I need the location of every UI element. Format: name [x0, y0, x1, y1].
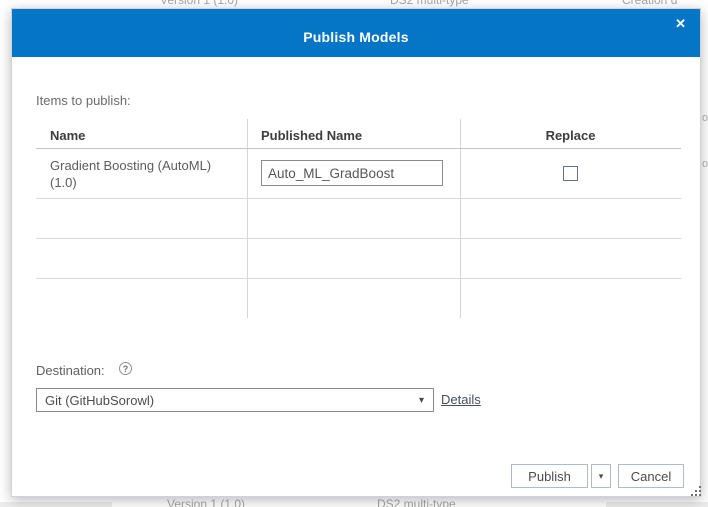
publish-models-dialog: Publish Models ✕ Items to publish: Name …: [11, 8, 701, 497]
bg-strip-left: [0, 502, 112, 507]
cancel-button[interactable]: Cancel: [618, 464, 684, 488]
column-header-published-name: Published Name: [261, 128, 362, 143]
row-divider: [36, 238, 681, 239]
header-divider: [36, 148, 681, 149]
bg-text-ds2-bottom: DS2 multi-type: [377, 498, 456, 507]
replace-checkbox[interactable]: [563, 166, 578, 181]
help-icon[interactable]: ?: [119, 362, 132, 375]
items-to-publish-label: Items to publish:: [36, 93, 131, 108]
row-divider: [36, 278, 681, 279]
bg-text-version-bottom: Version 1 (1.0): [167, 498, 245, 507]
bg-edge-fragment-2: os: [702, 158, 708, 170]
published-name-input[interactable]: [261, 160, 443, 186]
destination-label: Destination:: [36, 363, 105, 378]
model-name-cell: Gradient Boosting (AutoML) (1.0): [50, 157, 225, 191]
column-header-name: Name: [50, 128, 85, 143]
publish-button[interactable]: Publish: [511, 464, 588, 488]
close-icon[interactable]: ✕: [671, 13, 690, 34]
bg-strip-right: [606, 502, 708, 507]
bg-text-version-top: Version 1 (1.0): [160, 0, 238, 7]
bg-text-ds2-top: DS2 multi-type: [390, 0, 469, 7]
dialog-header: Publish Models ✕: [12, 9, 700, 57]
publish-items-table: Name Published Name Replace Gradient Boo…: [36, 119, 681, 318]
chevron-down-icon: ▾: [419, 395, 433, 406]
column-header-replace: Replace: [460, 128, 681, 143]
dialog-title: Publish Models: [303, 29, 408, 45]
resize-grip[interactable]: [691, 486, 703, 498]
details-link[interactable]: Details: [441, 392, 481, 407]
destination-dropdown[interactable]: Git (GitHubSorowl) ▾: [36, 388, 434, 412]
bg-text-creation-top: Creation d: [622, 0, 677, 7]
publish-menu-caret-icon[interactable]: ▾: [591, 464, 611, 488]
bg-edge-fragment-1: os: [702, 112, 708, 124]
row-divider: [36, 198, 681, 199]
destination-selected-value: Git (GitHubSorowl): [37, 393, 419, 408]
